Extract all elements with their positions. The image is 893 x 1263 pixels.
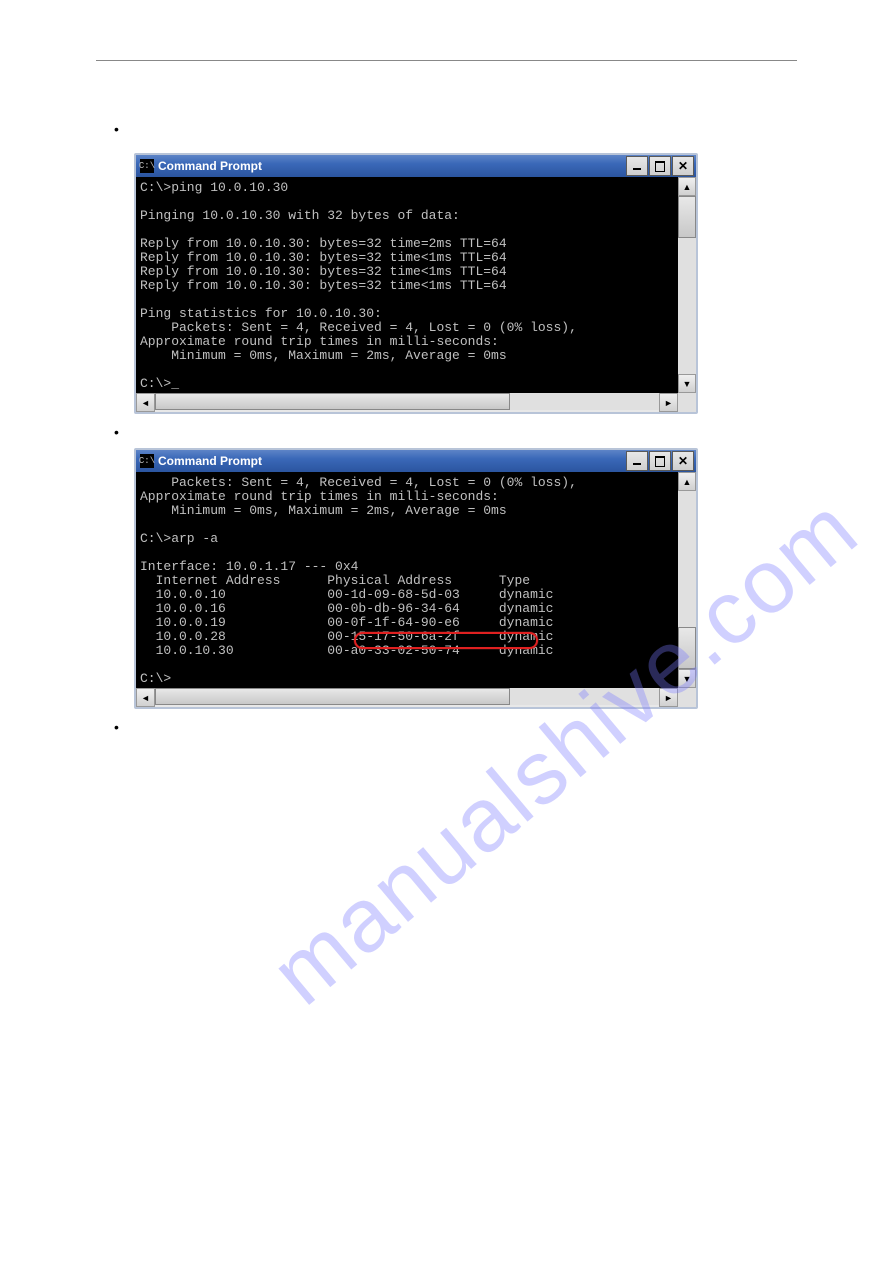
- title-buttons-1: ✕: [626, 156, 694, 176]
- maximize-button[interactable]: [649, 451, 671, 471]
- scroll-thumb-h[interactable]: [155, 688, 510, 705]
- terminal-output-2: Packets: Sent = 4, Received = 4, Lost = …: [140, 476, 670, 686]
- scroll-down-button[interactable]: ▼: [678, 669, 696, 688]
- minimize-button[interactable]: [626, 451, 648, 471]
- close-icon: ✕: [678, 455, 688, 467]
- scroll-corner: [678, 688, 696, 707]
- terminal-wrap-2: Packets: Sent = 4, Received = 4, Lost = …: [136, 472, 696, 707]
- close-button[interactable]: ✕: [672, 156, 694, 176]
- vertical-scrollbar[interactable]: ▲ ▼: [678, 472, 696, 688]
- close-icon: ✕: [678, 160, 688, 172]
- cmd-icon: C:\: [140, 454, 154, 468]
- terminal-2[interactable]: Packets: Sent = 4, Received = 4, Lost = …: [136, 472, 678, 688]
- window-title-2: Command Prompt: [158, 454, 626, 468]
- top-rule: [96, 60, 797, 61]
- close-button[interactable]: ✕: [672, 451, 694, 471]
- content-area: • C:\ Command Prompt ✕ C:\>ping 10.0.10.…: [100, 121, 893, 735]
- bullet-3: •: [114, 719, 893, 735]
- title-buttons-2: ✕: [626, 451, 694, 471]
- scroll-right-button[interactable]: ►: [659, 688, 678, 707]
- scroll-track-h[interactable]: [155, 393, 659, 410]
- scroll-up-button[interactable]: ▲: [678, 177, 696, 196]
- scroll-thumb-v[interactable]: [678, 196, 696, 238]
- vertical-scrollbar[interactable]: ▲ ▼: [678, 177, 696, 393]
- terminal-wrap-1: C:\>ping 10.0.10.30 Pinging 10.0.10.30 w…: [136, 177, 696, 412]
- terminal-output-1: C:\>ping 10.0.10.30 Pinging 10.0.10.30 w…: [140, 181, 670, 391]
- cmd-icon: C:\: [140, 159, 154, 173]
- scroll-track-v[interactable]: [678, 491, 696, 669]
- scroll-track-h[interactable]: [155, 688, 659, 705]
- scroll-thumb-v[interactable]: [678, 627, 696, 669]
- bullet-1: •: [114, 121, 893, 137]
- terminal-1[interactable]: C:\>ping 10.0.10.30 Pinging 10.0.10.30 w…: [136, 177, 678, 393]
- minimize-button[interactable]: [626, 156, 648, 176]
- bullet-2: •: [114, 424, 893, 440]
- scroll-left-button[interactable]: ◄: [136, 393, 155, 412]
- horizontal-scrollbar[interactable]: ◄ ►: [136, 393, 696, 412]
- scroll-down-button[interactable]: ▼: [678, 374, 696, 393]
- horizontal-scrollbar[interactable]: ◄ ►: [136, 688, 696, 707]
- cmd-window-1: C:\ Command Prompt ✕ C:\>ping 10.0.10.30…: [134, 153, 698, 414]
- titlebar-1[interactable]: C:\ Command Prompt ✕: [136, 155, 696, 177]
- scroll-thumb-h[interactable]: [155, 393, 510, 410]
- scroll-left-button[interactable]: ◄: [136, 688, 155, 707]
- cmd-window-2: C:\ Command Prompt ✕ Packets: Sent = 4, …: [134, 448, 698, 709]
- scroll-up-button[interactable]: ▲: [678, 472, 696, 491]
- maximize-button[interactable]: [649, 156, 671, 176]
- scroll-right-button[interactable]: ►: [659, 393, 678, 412]
- red-highlight-circle: [354, 632, 538, 649]
- titlebar-2[interactable]: C:\ Command Prompt ✕: [136, 450, 696, 472]
- scroll-corner: [678, 393, 696, 412]
- window-title-1: Command Prompt: [158, 159, 626, 173]
- document-page: • C:\ Command Prompt ✕ C:\>ping 10.0.10.…: [0, 0, 893, 735]
- scroll-track-v[interactable]: [678, 196, 696, 374]
